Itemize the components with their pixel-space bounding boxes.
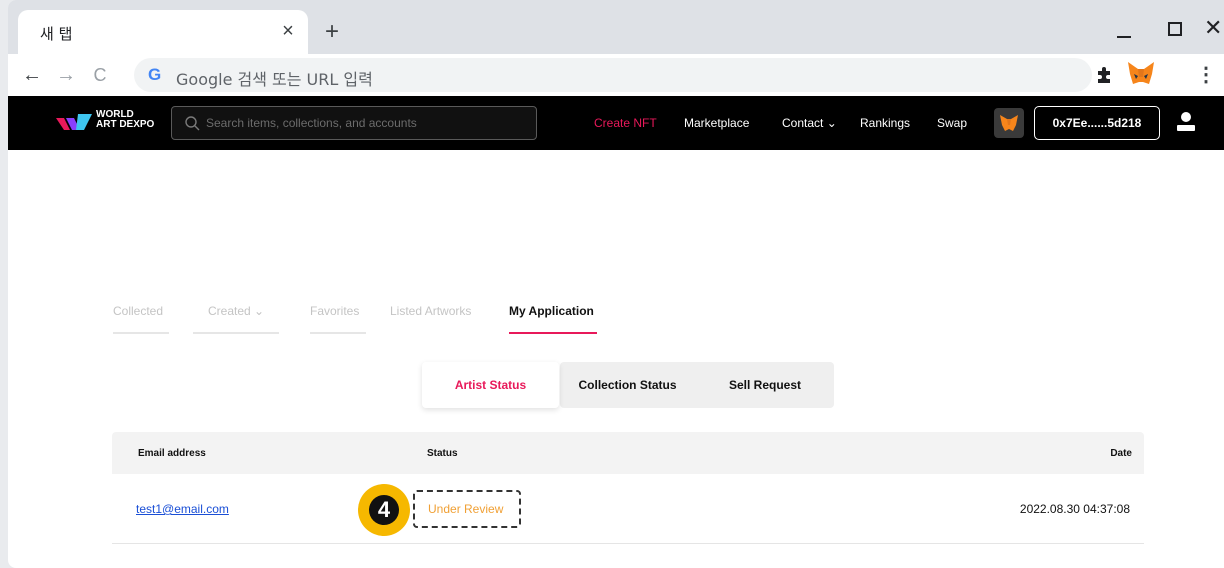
- tab-underline: [193, 332, 279, 334]
- tab-sell-request[interactable]: Sell Request: [696, 362, 834, 408]
- google-icon: G: [148, 65, 162, 84]
- step-number: 4: [369, 495, 399, 525]
- table-row: test1@email.com Under Review 2022.08.30 …: [112, 474, 1144, 544]
- highlight-dashed-box: [413, 490, 521, 528]
- nav-swap[interactable]: Swap: [937, 116, 967, 130]
- logo-line-2: ART DEXPO: [96, 119, 155, 130]
- tab-collection-status[interactable]: Collection Status: [559, 362, 696, 408]
- tab-my-application-label: My Application: [509, 304, 594, 318]
- extensions-puzzle-icon[interactable]: [1094, 64, 1116, 86]
- logo-text[interactable]: WORLD ART DEXPO: [96, 110, 154, 130]
- date-value: 2022.08.30 04:37:08: [1019, 502, 1130, 516]
- world-art-dexpo-logo-icon[interactable]: [54, 110, 94, 136]
- tab-underline: [113, 332, 169, 334]
- table-header: Email address Status Date: [112, 432, 1144, 474]
- tab-collected[interactable]: Collected: [113, 304, 169, 334]
- nav-rankings[interactable]: Rankings: [860, 116, 910, 130]
- site-search[interactable]: [171, 106, 537, 140]
- user-profile-icon[interactable]: [1176, 111, 1196, 133]
- wallet-fox-button[interactable]: [994, 108, 1024, 138]
- tab-listed-label: Listed Artworks: [390, 304, 472, 318]
- back-arrow-icon[interactable]: ←: [20, 62, 44, 88]
- search-input[interactable]: [206, 108, 526, 138]
- metamask-fox-icon[interactable]: [1126, 60, 1156, 88]
- header-status: Status: [427, 448, 458, 459]
- header-date: Date: [1110, 448, 1132, 459]
- new-tab-icon[interactable]: +: [320, 20, 344, 44]
- address-bar[interactable]: G Google 검색 또는 URL 입력: [134, 58, 1092, 92]
- browser-toolbar: ← → C G Google 검색 또는 URL 입력 ⋮: [8, 54, 1224, 96]
- tab-favorites-label: Favorites: [310, 304, 360, 318]
- nav-create-nft[interactable]: Create NFT: [594, 116, 657, 130]
- nav-contact[interactable]: Contact ⌄: [782, 116, 837, 130]
- tab-my-application[interactable]: My Application: [509, 304, 597, 334]
- window-close-icon[interactable]: ✕: [1204, 15, 1222, 41]
- address-placeholder: Google 검색 또는 URL 입력: [176, 70, 373, 89]
- search-icon: [185, 116, 200, 131]
- tab-underline: [310, 332, 366, 334]
- email-link[interactable]: test1@email.com: [136, 502, 229, 516]
- tab-created-label: Created ⌄: [208, 304, 265, 318]
- tab-collected-label: Collected: [113, 304, 164, 318]
- browser-tab[interactable]: 새 탭 ×: [18, 10, 308, 54]
- tab-artist-status[interactable]: Artist Status: [422, 362, 559, 408]
- step-badge: 4: [358, 484, 410, 536]
- wallet-address-button[interactable]: 0x7Ee......5d218: [1034, 106, 1160, 140]
- browser-menu-icon[interactable]: ⋮: [1196, 62, 1216, 87]
- metamask-fox-icon: [1000, 115, 1018, 131]
- site-header: WORLD ART DEXPO Create NFT Marketplace C…: [8, 96, 1224, 150]
- tab-created[interactable]: Created ⌄: [193, 304, 279, 334]
- maximize-icon[interactable]: [1168, 22, 1182, 36]
- forward-arrow-icon[interactable]: →: [54, 62, 78, 88]
- nav-marketplace[interactable]: Marketplace: [684, 116, 749, 130]
- browser-window: 새 탭 × + ✕ ← → C G Google 검색 또는 URL 입력 ⋮: [8, 0, 1224, 568]
- reload-icon[interactable]: C: [88, 62, 112, 88]
- tab-active-underline: [509, 332, 597, 334]
- tab-favorites[interactable]: Favorites: [310, 304, 366, 334]
- tab-close-icon[interactable]: ×: [276, 19, 300, 43]
- tab-strip: 새 탭 × + ✕: [8, 0, 1224, 54]
- minimize-icon[interactable]: [1114, 18, 1136, 40]
- tab-listed-artworks[interactable]: Listed Artworks: [390, 304, 486, 334]
- header-email: Email address: [138, 448, 206, 459]
- tab-title: 새 탭: [40, 25, 73, 43]
